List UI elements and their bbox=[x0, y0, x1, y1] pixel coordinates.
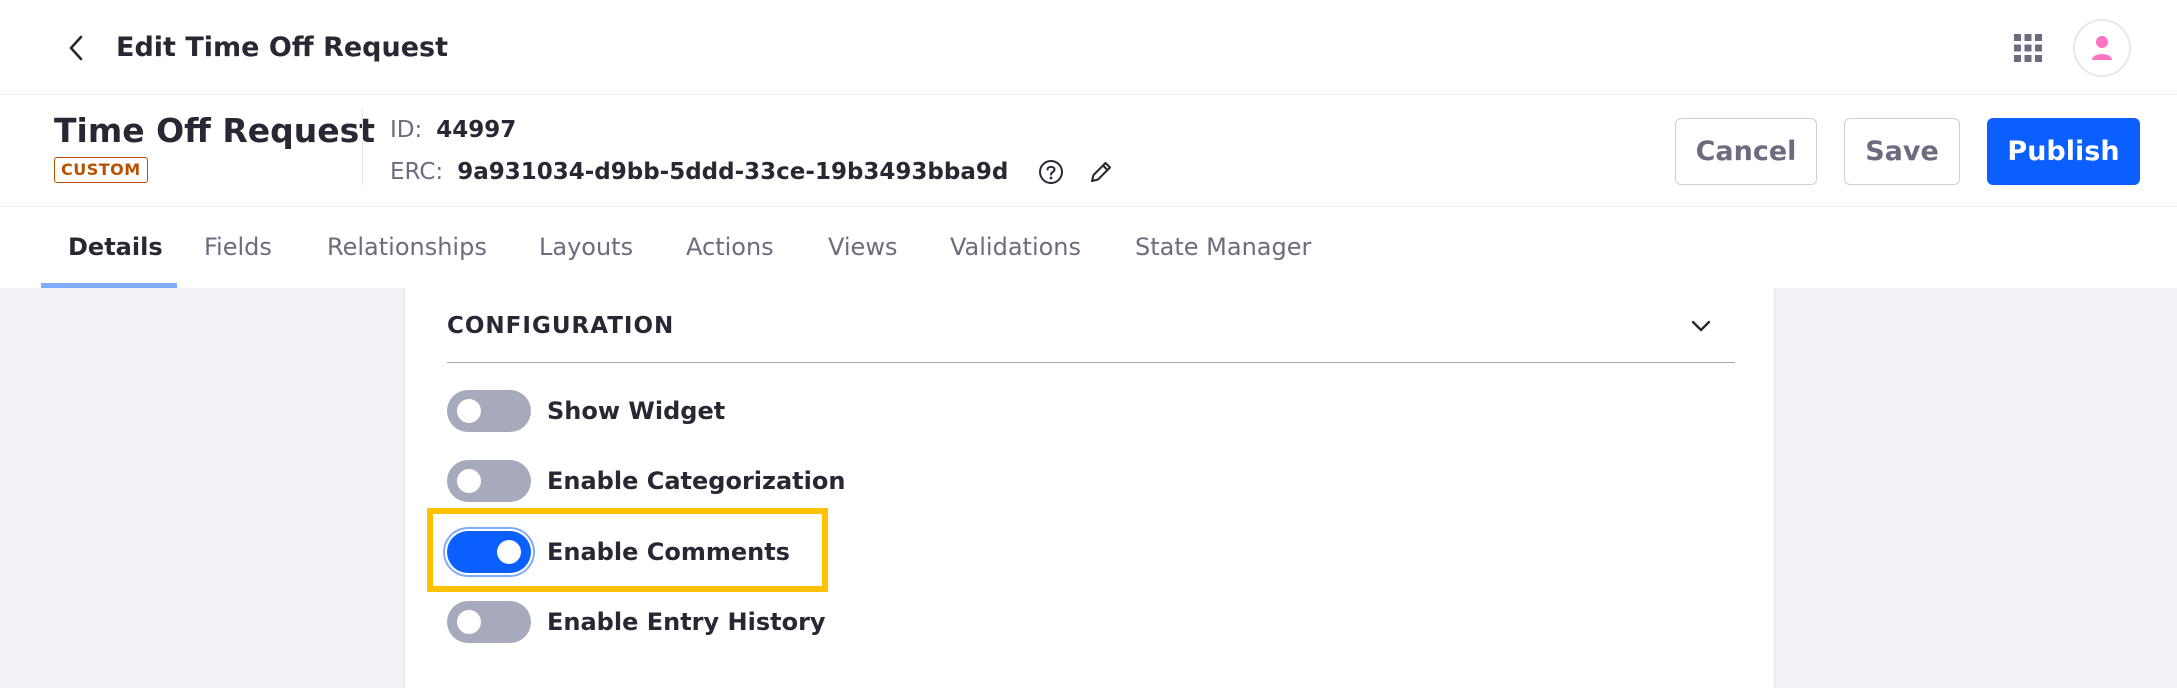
chevron-down-icon bbox=[1691, 320, 1711, 332]
object-header: Time Off Request CUSTOM ID: 44997 ERC: 9… bbox=[0, 95, 2177, 207]
enable-comments-toggle[interactable] bbox=[447, 531, 531, 573]
enable-categorization-label: Enable Categorization bbox=[547, 467, 846, 495]
save-button[interactable]: Save bbox=[1844, 118, 1960, 185]
cancel-button[interactable]: Cancel bbox=[1675, 118, 1817, 185]
custom-badge: CUSTOM bbox=[54, 157, 148, 183]
help-icon[interactable] bbox=[1036, 157, 1066, 187]
configuration-title: CONFIGURATION bbox=[447, 313, 675, 339]
collapse-button[interactable] bbox=[1681, 306, 1721, 346]
show-widget-label: Show Widget bbox=[547, 397, 726, 425]
pencil-icon[interactable] bbox=[1086, 157, 1116, 187]
enable-comments-row: Enable Comments bbox=[447, 530, 790, 574]
enable-comments-label: Enable Comments bbox=[547, 538, 790, 566]
publish-button[interactable]: Publish bbox=[1987, 118, 2140, 185]
object-title: Time Off Request bbox=[54, 111, 376, 150]
tab-bar: Details Fields Relationships Layouts Act… bbox=[0, 207, 2177, 288]
top-bar: Edit Time Off Request bbox=[0, 0, 2177, 95]
enable-entry-history-toggle[interactable] bbox=[447, 601, 531, 643]
tab-state-manager[interactable]: State Manager bbox=[1135, 207, 1311, 288]
active-tab-indicator bbox=[41, 283, 177, 288]
id-value: 44997 bbox=[436, 117, 517, 143]
apps-grid-icon bbox=[2014, 34, 2042, 62]
enable-categorization-toggle[interactable] bbox=[447, 460, 531, 502]
configuration-panel: CONFIGURATION Show Widget Enable Categor… bbox=[404, 288, 1775, 688]
user-icon bbox=[2092, 36, 2112, 60]
erc-label: ERC: bbox=[390, 159, 444, 185]
tab-fields[interactable]: Fields bbox=[204, 207, 272, 288]
enable-entry-history-row: Enable Entry History bbox=[447, 600, 826, 644]
tab-actions[interactable]: Actions bbox=[686, 207, 774, 288]
tab-validations[interactable]: Validations bbox=[950, 207, 1081, 288]
erc-row: ERC: 9a931034-d9bb-5ddd-33ce-19b3493bba9… bbox=[390, 156, 1116, 188]
enable-categorization-row: Enable Categorization bbox=[447, 459, 845, 503]
show-widget-row: Show Widget bbox=[447, 389, 725, 433]
enable-entry-history-label: Enable Entry History bbox=[547, 608, 826, 636]
apps-button[interactable] bbox=[2010, 30, 2046, 66]
back-button[interactable] bbox=[58, 30, 94, 66]
tab-views[interactable]: Views bbox=[828, 207, 897, 288]
user-avatar[interactable] bbox=[2073, 19, 2131, 77]
show-widget-toggle[interactable] bbox=[447, 390, 531, 432]
id-label: ID: bbox=[390, 117, 423, 143]
tab-details[interactable]: Details bbox=[68, 207, 163, 288]
tab-layouts[interactable]: Layouts bbox=[539, 207, 633, 288]
header-divider bbox=[362, 109, 363, 185]
erc-value: 9a931034-d9bb-5ddd-33ce-19b3493bba9d bbox=[457, 159, 1009, 185]
page-title: Edit Time Off Request bbox=[116, 32, 449, 63]
id-row: ID: 44997 bbox=[390, 114, 516, 146]
chevron-left-icon bbox=[69, 35, 83, 61]
tab-relationships[interactable]: Relationships bbox=[327, 207, 487, 288]
section-divider bbox=[447, 362, 1735, 363]
